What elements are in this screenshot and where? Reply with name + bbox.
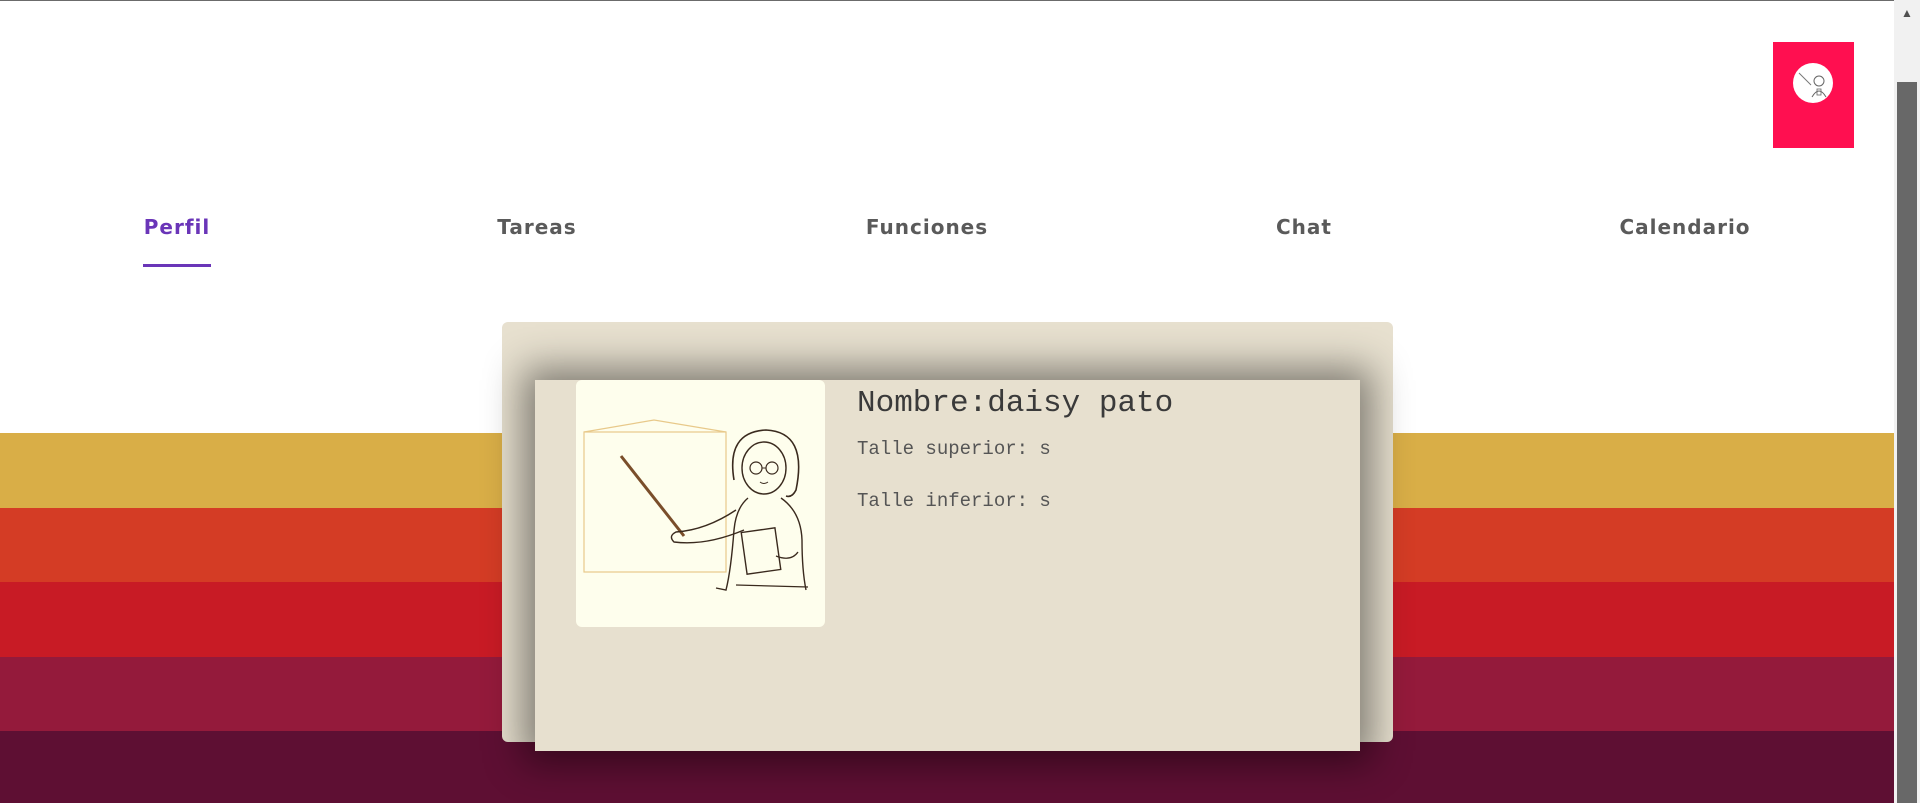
tab-label: Perfil: [143, 215, 211, 239]
window-top-border: [0, 0, 1920, 1]
tab-calendario[interactable]: Calendario: [1605, 205, 1765, 269]
scroll-up-arrow-icon[interactable]: ▲: [1894, 0, 1920, 26]
tab-perfil[interactable]: Perfil: [119, 205, 235, 269]
tab-label: Funciones: [865, 215, 989, 239]
scrollbar-thumb[interactable]: [1897, 82, 1917, 803]
tab-chat[interactable]: Chat: [1254, 205, 1354, 269]
profile-name: Nombre:daisy pato: [857, 386, 1174, 421]
tab-label: Calendario: [1619, 215, 1751, 239]
profile-card: Nombre:daisy pato Talle superior: s Tall…: [535, 380, 1360, 751]
profile-upper-size: Talle superior: s: [857, 438, 1051, 460]
user-avatar-button[interactable]: [1773, 42, 1854, 148]
tab-tareas[interactable]: Tareas: [477, 205, 597, 269]
active-tab-indicator: [143, 264, 211, 267]
page-scrollbar[interactable]: ▲: [1894, 0, 1920, 803]
profile-lower-size: Talle inferior: s: [857, 490, 1051, 512]
main-tabs: Perfil Tareas Funciones Chat Calendario: [0, 205, 1894, 269]
teacher-illustration-icon: [576, 380, 825, 627]
tab-label: Chat: [1276, 215, 1332, 239]
teacher-avatar-icon: [1793, 63, 1833, 103]
tab-label: Tareas: [497, 215, 577, 239]
tab-funciones[interactable]: Funciones: [844, 205, 1010, 269]
